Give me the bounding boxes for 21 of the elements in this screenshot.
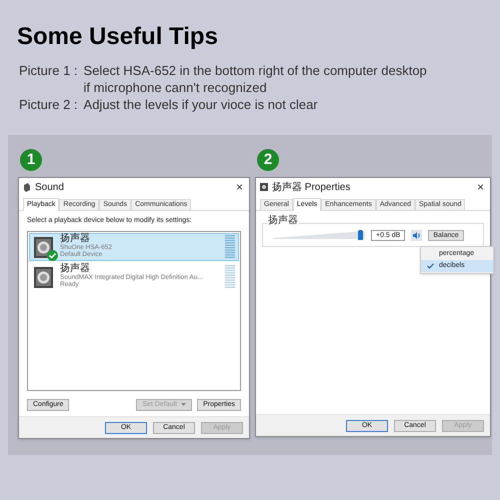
number-badge: 1 [20, 149, 42, 171]
tip-label: Picture 2 : [19, 96, 78, 113]
tip-label: Picture 1 : [19, 62, 78, 80]
check-icon [426, 263, 434, 269]
window-title: Sound [35, 180, 64, 194]
tip-text: Select HSA-652 in the bottom right of the computer desktop [84, 62, 427, 79]
device-name: 扬声器 [60, 264, 90, 274]
device-name: 扬声器 [60, 234, 91, 244]
tip-text: Adjust the levels if your vioce is not clear [84, 96, 318, 113]
window-title: 扬声器 Properties [272, 180, 350, 194]
number-badge: 2 [257, 149, 279, 171]
level-meter-icon [225, 264, 235, 288]
speaker-volume-icon[interactable] [411, 230, 422, 240]
volume-slider[interactable] [273, 230, 365, 240]
close-button[interactable]: × [234, 181, 245, 193]
close-button[interactable]: × [474, 181, 486, 193]
slider-thumb[interactable] [358, 230, 363, 240]
level-meter-icon [225, 234, 235, 258]
tip-text: if microphone cann't recognized [84, 79, 268, 96]
group-label: 扬声器 [267, 216, 299, 226]
page-heading: Some Useful Tips [17, 22, 219, 52]
